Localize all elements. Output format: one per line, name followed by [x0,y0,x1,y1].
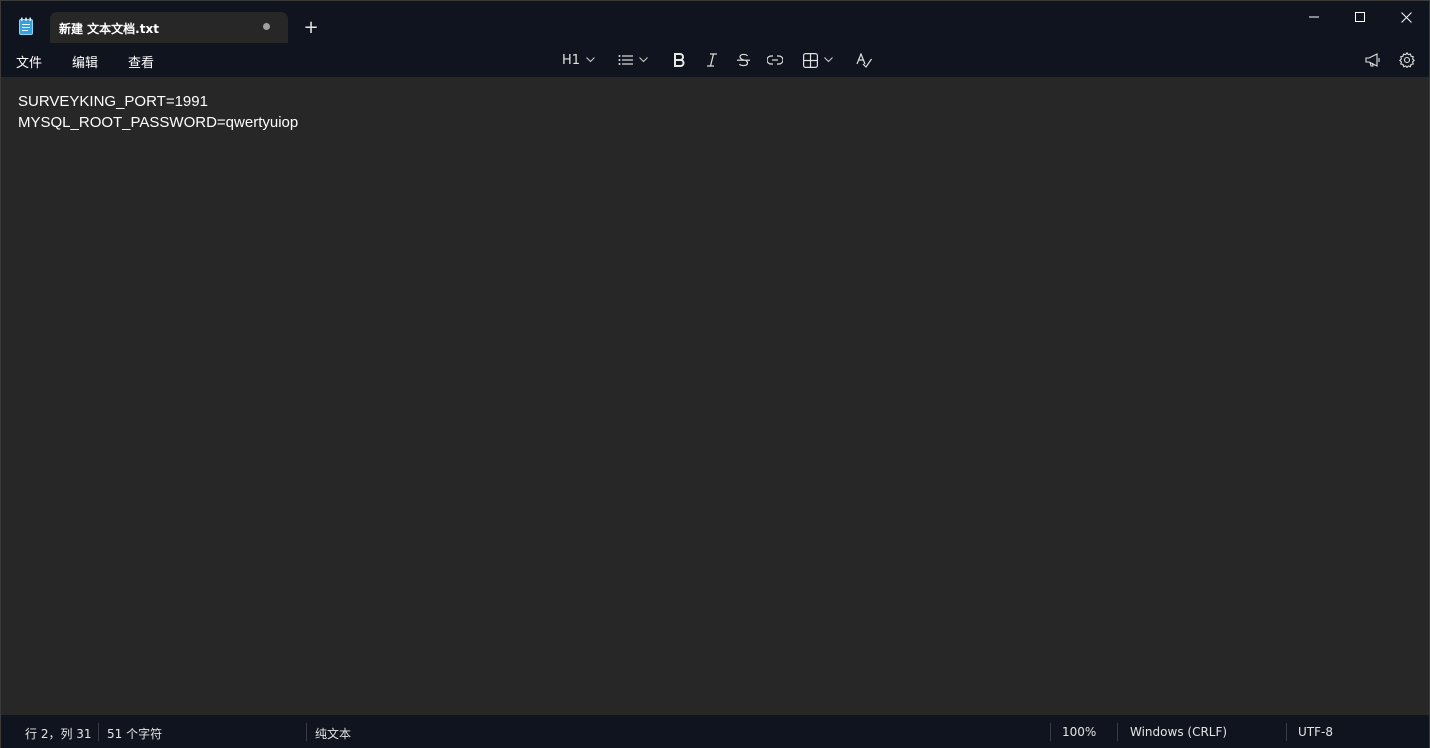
close-button[interactable] [1383,1,1429,33]
spellcheck-icon [856,52,872,68]
italic-button[interactable] [706,50,718,70]
line-ending[interactable]: Windows (CRLF) [1130,725,1227,739]
encoding[interactable]: UTF-8 [1298,725,1333,739]
copilot-button[interactable] [1365,50,1381,70]
status-bar: 行 2，列 31 51 个字符 纯文本 100% Windows (CRLF) … [1,715,1429,748]
link-button[interactable] [767,50,783,70]
menu-file[interactable]: 文件 [16,52,42,71]
chevron-down-icon [586,57,595,63]
heading-label: H1 [562,52,581,68]
close-icon [1400,11,1412,23]
minimize-icon [1309,16,1319,18]
table-icon [803,52,818,68]
status-divider [1286,723,1287,741]
tab-title: 新建 文本文档.txt [59,22,159,36]
list-dropdown[interactable] [618,50,648,70]
status-divider [1050,723,1051,741]
list-icon [618,55,633,65]
cursor-position: 行 2，列 31 [25,727,92,741]
chevron-down-icon [639,57,648,63]
status-divider [98,723,99,741]
link-icon [767,55,783,65]
bold-button[interactable] [673,50,685,70]
editor-line-2[interactable]: MYSQL_ROOT_PASSWORD=qwertyuiop [18,114,298,131]
tab-active-document[interactable]: 新建 文本文档.txt [50,12,288,43]
status-divider [306,723,307,741]
minimize-button[interactable] [1291,1,1337,33]
zoom-level[interactable]: 100% [1062,725,1096,739]
heading-dropdown[interactable]: H1 [562,50,595,70]
unsaved-dot-icon[interactable] [263,23,270,30]
text-editor[interactable]: SURVEYKING_PORT=1991 MYSQL_ROOT_PASSWORD… [1,77,1429,715]
settings-icon [1399,52,1415,68]
menu-view[interactable]: 查看 [128,52,154,71]
spellcheck-button[interactable] [856,50,872,70]
strikethrough-icon [737,53,750,67]
notepad-icon [18,17,34,35]
settings-button[interactable] [1399,50,1415,70]
menu-edit[interactable]: 编辑 [72,52,98,71]
chevron-down-icon [824,57,833,63]
table-dropdown[interactable] [803,50,833,70]
copilot-icon [1365,53,1380,67]
strikethrough-button[interactable] [737,50,750,70]
italic-icon [707,53,717,67]
character-count: 51 个字符 [107,727,163,741]
title-bar: 新建 文本文档.txt + [1,1,1429,43]
new-tab-button[interactable]: + [301,18,321,38]
editor-line-1[interactable]: SURVEYKING_PORT=1991 [18,93,208,110]
menu-bar: 文件 编辑 查看 H1 [1,43,1429,77]
notepad-window: 新建 文本文档.txt + 文件 编辑 查看 H1 SURVEYKING_POR… [0,0,1430,748]
maximize-icon [1355,12,1365,22]
bold-icon [674,53,685,67]
maximize-button[interactable] [1337,1,1383,33]
status-divider [1117,723,1118,741]
text-format[interactable]: 纯文本 [315,725,351,742]
